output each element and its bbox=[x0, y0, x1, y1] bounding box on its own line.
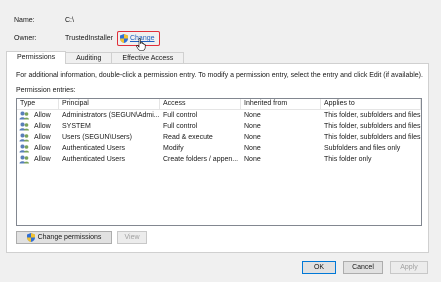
apply-button[interactable]: Apply bbox=[390, 261, 428, 274]
type-cell: Allow bbox=[17, 121, 59, 132]
access-cell: Create folders / appen... bbox=[163, 156, 239, 163]
users-icon bbox=[19, 122, 29, 131]
applies-cell: This folder, subfolders and files bbox=[324, 134, 421, 141]
view-button[interactable]: View bbox=[117, 231, 147, 244]
owner-label: Owner: bbox=[14, 34, 37, 42]
type-value: Allow bbox=[34, 123, 51, 130]
users-icon bbox=[19, 111, 29, 120]
inherited-cell: None bbox=[244, 156, 261, 163]
inherited-cell: None bbox=[244, 123, 261, 130]
permissions-description: For additional information, double-click… bbox=[16, 72, 423, 79]
access-cell: Full control bbox=[163, 112, 198, 119]
name-value: C:\ bbox=[65, 16, 74, 24]
principal-cell: Authenticated Users bbox=[62, 145, 126, 152]
applies-cell: This folder, subfolders and files bbox=[324, 112, 421, 119]
uac-shield-icon bbox=[119, 34, 128, 43]
list-header: Type Principal Access Inherited from App… bbox=[17, 99, 421, 110]
users-icon bbox=[19, 133, 29, 142]
name-row: Name: C:\ bbox=[14, 14, 74, 26]
type-value: Allow bbox=[34, 112, 51, 119]
table-row[interactable]: Allow Administrators (SEGUN\Admi... Full… bbox=[17, 110, 421, 121]
type-value: Allow bbox=[34, 156, 51, 163]
access-cell: Full control bbox=[163, 123, 198, 130]
users-icon bbox=[19, 144, 29, 153]
column-header-access[interactable]: Access bbox=[160, 99, 241, 109]
table-row[interactable]: Allow SYSTEM Full control None This fold… bbox=[17, 121, 421, 132]
principal-cell: Administrators (SEGUN\Admi... bbox=[62, 112, 160, 119]
permissions-panel: For additional information, double-click… bbox=[6, 63, 429, 253]
principal-cell: Authenticated Users bbox=[62, 156, 126, 163]
column-header-principal[interactable]: Principal bbox=[59, 99, 160, 109]
hand-cursor-icon bbox=[136, 38, 146, 51]
permission-entries-list[interactable]: Type Principal Access Inherited from App… bbox=[16, 98, 422, 226]
applies-cell: This folder, subfolders and files bbox=[324, 123, 421, 130]
change-permissions-button[interactable]: Change permissions bbox=[16, 231, 112, 244]
permission-entries-label: Permission entries: bbox=[16, 87, 76, 94]
type-value: Allow bbox=[34, 134, 51, 141]
advanced-security-dialog: Name: C:\ Owner: TrustedInstaller Change… bbox=[0, 0, 441, 282]
type-cell: Allow bbox=[17, 154, 59, 165]
inherited-cell: None bbox=[244, 145, 261, 152]
name-label: Name: bbox=[14, 16, 35, 24]
principal-cell: SYSTEM bbox=[62, 123, 91, 130]
access-cell: Modify bbox=[163, 145, 184, 152]
type-cell: Allow bbox=[17, 132, 59, 143]
change-permissions-label: Change permissions bbox=[37, 234, 102, 241]
column-header-type[interactable]: Type bbox=[17, 99, 59, 109]
type-cell: Allow bbox=[17, 143, 59, 154]
cancel-button[interactable]: Cancel bbox=[343, 261, 383, 274]
uac-shield-icon bbox=[26, 233, 35, 242]
tab-permissions[interactable]: Permissions bbox=[6, 51, 67, 64]
column-header-applies-to[interactable]: Applies to bbox=[321, 99, 421, 109]
applies-cell: Subfolders and files only bbox=[324, 145, 401, 152]
owner-value: TrustedInstaller bbox=[65, 34, 113, 42]
table-row[interactable]: Allow Authenticated Users Modify None Su… bbox=[17, 143, 421, 154]
type-value: Allow bbox=[34, 145, 51, 152]
principal-cell: Users (SEGUN\Users) bbox=[62, 134, 133, 141]
inherited-cell: None bbox=[244, 134, 261, 141]
column-header-inherited-from[interactable]: Inherited from bbox=[241, 99, 321, 109]
table-row[interactable]: Allow Users (SEGUN\Users) Read & execute… bbox=[17, 132, 421, 143]
users-icon bbox=[19, 155, 29, 164]
ok-button[interactable]: OK bbox=[302, 261, 336, 274]
table-row[interactable]: Allow Authenticated Users Create folders… bbox=[17, 154, 421, 165]
applies-cell: This folder only bbox=[324, 156, 372, 163]
access-cell: Read & execute bbox=[163, 134, 213, 141]
type-cell: Allow bbox=[17, 110, 59, 121]
inherited-cell: None bbox=[244, 112, 261, 119]
